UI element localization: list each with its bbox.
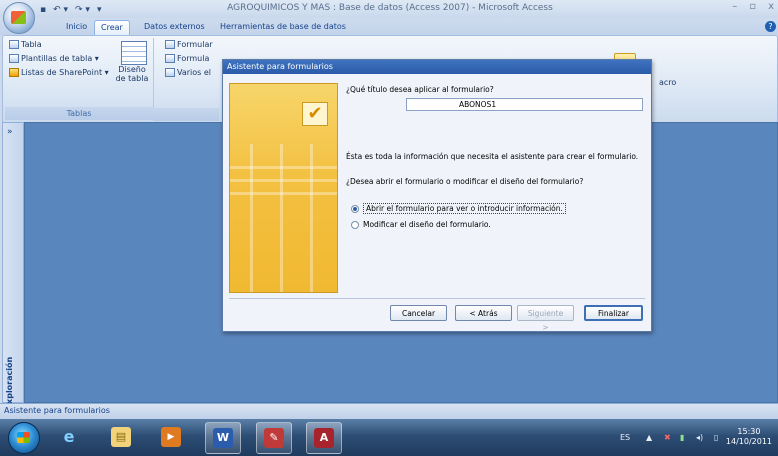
- taskbar-word[interactable]: W: [205, 422, 241, 454]
- split-form-icon: [165, 54, 175, 63]
- finish-button[interactable]: Finalizar: [584, 305, 643, 321]
- form-wizard-dialog: Asistente para formularios ✔ ¿Qué título…: [222, 59, 652, 332]
- status-bar: Asistente para formularios: [0, 403, 778, 419]
- table-design-icon: [121, 41, 147, 65]
- dialog-title-bar[interactable]: Asistente para formularios: [223, 60, 651, 74]
- show-hidden-icons-icon[interactable]: ▲: [646, 433, 655, 442]
- access-icon: A: [314, 428, 334, 448]
- multiple-items-icon: [165, 68, 175, 77]
- network-icon[interactable]: ▮: [680, 433, 689, 442]
- tab-datos-externos[interactable]: Datos externos: [138, 20, 211, 35]
- next-button[interactable]: Siguiente >: [517, 305, 574, 332]
- title-bar: ▪ ↶ ▾ ↷ ▾ ▾ AGROQUIMICOS Y MAS : Base de…: [0, 0, 778, 18]
- tab-crear[interactable]: Crear: [94, 20, 130, 36]
- radio-selected-icon: [351, 204, 359, 213]
- tab-herramientas-base-datos[interactable]: Herramientas de base de datos: [214, 20, 352, 35]
- wizard-illustration: ✔: [229, 83, 338, 293]
- navigation-pane[interactable]: » Panel de exploración: [2, 122, 24, 451]
- macro-button[interactable]: acro: [659, 78, 676, 87]
- taskbar: e ▤ ▶ W ✎ A ES ▲ ✖ ▮ ◂) ▯ 15:30 14/10/20…: [0, 419, 778, 456]
- paint-icon: ✎: [264, 428, 284, 448]
- office-button[interactable]: [3, 2, 35, 34]
- window-controls: – ▫ x: [732, 1, 774, 12]
- maximize-button[interactable]: ▫: [749, 1, 756, 12]
- taskbar-internet-explorer[interactable]: e: [52, 422, 86, 452]
- formulario-dividido-button[interactable]: Formula: [165, 54, 209, 63]
- dialog-title: Asistente para formularios: [227, 62, 333, 71]
- ribbon-tabs: Inicio Crear Datos externos Herramientas…: [0, 18, 778, 36]
- office-logo-icon: [11, 11, 26, 24]
- window-title: AGROQUIMICOS Y MAS : Base de datos (Acce…: [227, 3, 553, 13]
- power-icon[interactable]: ▯: [714, 433, 723, 442]
- clock-date: 14/10/2011: [725, 437, 772, 446]
- redo-icon[interactable]: ↷ ▾: [73, 4, 92, 16]
- info-text: Ésta es toda la información que necesita…: [346, 152, 639, 161]
- internet-explorer-icon: e: [63, 427, 75, 446]
- title-question-label: ¿Qué título desea aplicar al formulario?: [346, 85, 494, 94]
- status-text: Asistente para formularios: [4, 406, 110, 415]
- word-icon: W: [213, 428, 233, 448]
- media-player-icon: ▶: [161, 427, 181, 447]
- taskbar-file-explorer[interactable]: ▤: [104, 422, 138, 452]
- windows-logo-icon: [17, 432, 30, 443]
- taskbar-media-player[interactable]: ▶: [154, 422, 188, 452]
- tabla-button[interactable]: Tabla: [9, 40, 42, 49]
- tab-inicio[interactable]: Inicio: [60, 20, 93, 35]
- system-tray: ES ▲ ✖ ▮ ◂) ▯ 15:30 14/10/2011: [608, 419, 778, 456]
- volume-icon[interactable]: ◂): [696, 433, 705, 442]
- group-tablas: Tabla Plantillas de tabla ▾ Listas de Sh…: [5, 38, 154, 120]
- plantillas-tabla-button[interactable]: Plantillas de tabla ▾: [9, 54, 99, 63]
- save-icon[interactable]: ▪: [38, 4, 48, 16]
- clock-time: 15:30: [737, 427, 761, 436]
- form-icon: [165, 40, 175, 49]
- checkmark-icon: ✔: [302, 102, 328, 126]
- cancel-button[interactable]: Cancelar: [390, 305, 447, 321]
- clock[interactable]: 15:30 14/10/2011: [726, 427, 772, 447]
- sharepoint-list-icon: [9, 68, 19, 77]
- diseno-tabla-button[interactable]: Diseño de tabla: [113, 65, 151, 83]
- taskbar-paint[interactable]: ✎: [256, 422, 292, 454]
- varios-elementos-button[interactable]: Varios el: [165, 68, 211, 77]
- taskbar-access[interactable]: A: [306, 422, 342, 454]
- radio-open-form[interactable]: Abrir el formulario para ver o introduci…: [351, 203, 566, 214]
- language-indicator[interactable]: ES: [620, 433, 630, 442]
- formulario-button[interactable]: Formular: [165, 40, 213, 49]
- open-or-modify-question: ¿Desea abrir el formulario o modificar e…: [346, 177, 584, 186]
- group-label-formularios: [153, 108, 219, 121]
- action-center-icon[interactable]: ✖: [664, 433, 673, 442]
- listas-sharepoint-button[interactable]: Listas de SharePoint ▾: [9, 68, 109, 77]
- radio-modify-design[interactable]: Modificar el diseño del formulario.: [351, 220, 491, 229]
- start-button[interactable]: [8, 422, 40, 454]
- customize-toolbar-icon[interactable]: ▾: [95, 4, 104, 16]
- help-icon[interactable]: ?: [765, 21, 776, 32]
- form-title-input[interactable]: [406, 98, 643, 111]
- nav-pane-toggle-icon[interactable]: »: [7, 127, 13, 137]
- undo-icon[interactable]: ↶ ▾: [51, 4, 70, 16]
- back-button[interactable]: < Atrás: [455, 305, 512, 321]
- folder-icon: ▤: [111, 427, 131, 447]
- table-template-icon: [9, 54, 19, 63]
- dialog-separator: [229, 298, 645, 299]
- table-icon: [9, 40, 19, 49]
- group-label-tablas: Tablas: [5, 107, 153, 120]
- minimize-button[interactable]: –: [732, 1, 737, 12]
- radio-unselected-icon: [351, 220, 359, 229]
- quick-access-toolbar: ▪ ↶ ▾ ↷ ▾ ▾: [38, 3, 103, 16]
- close-button[interactable]: x: [768, 1, 774, 12]
